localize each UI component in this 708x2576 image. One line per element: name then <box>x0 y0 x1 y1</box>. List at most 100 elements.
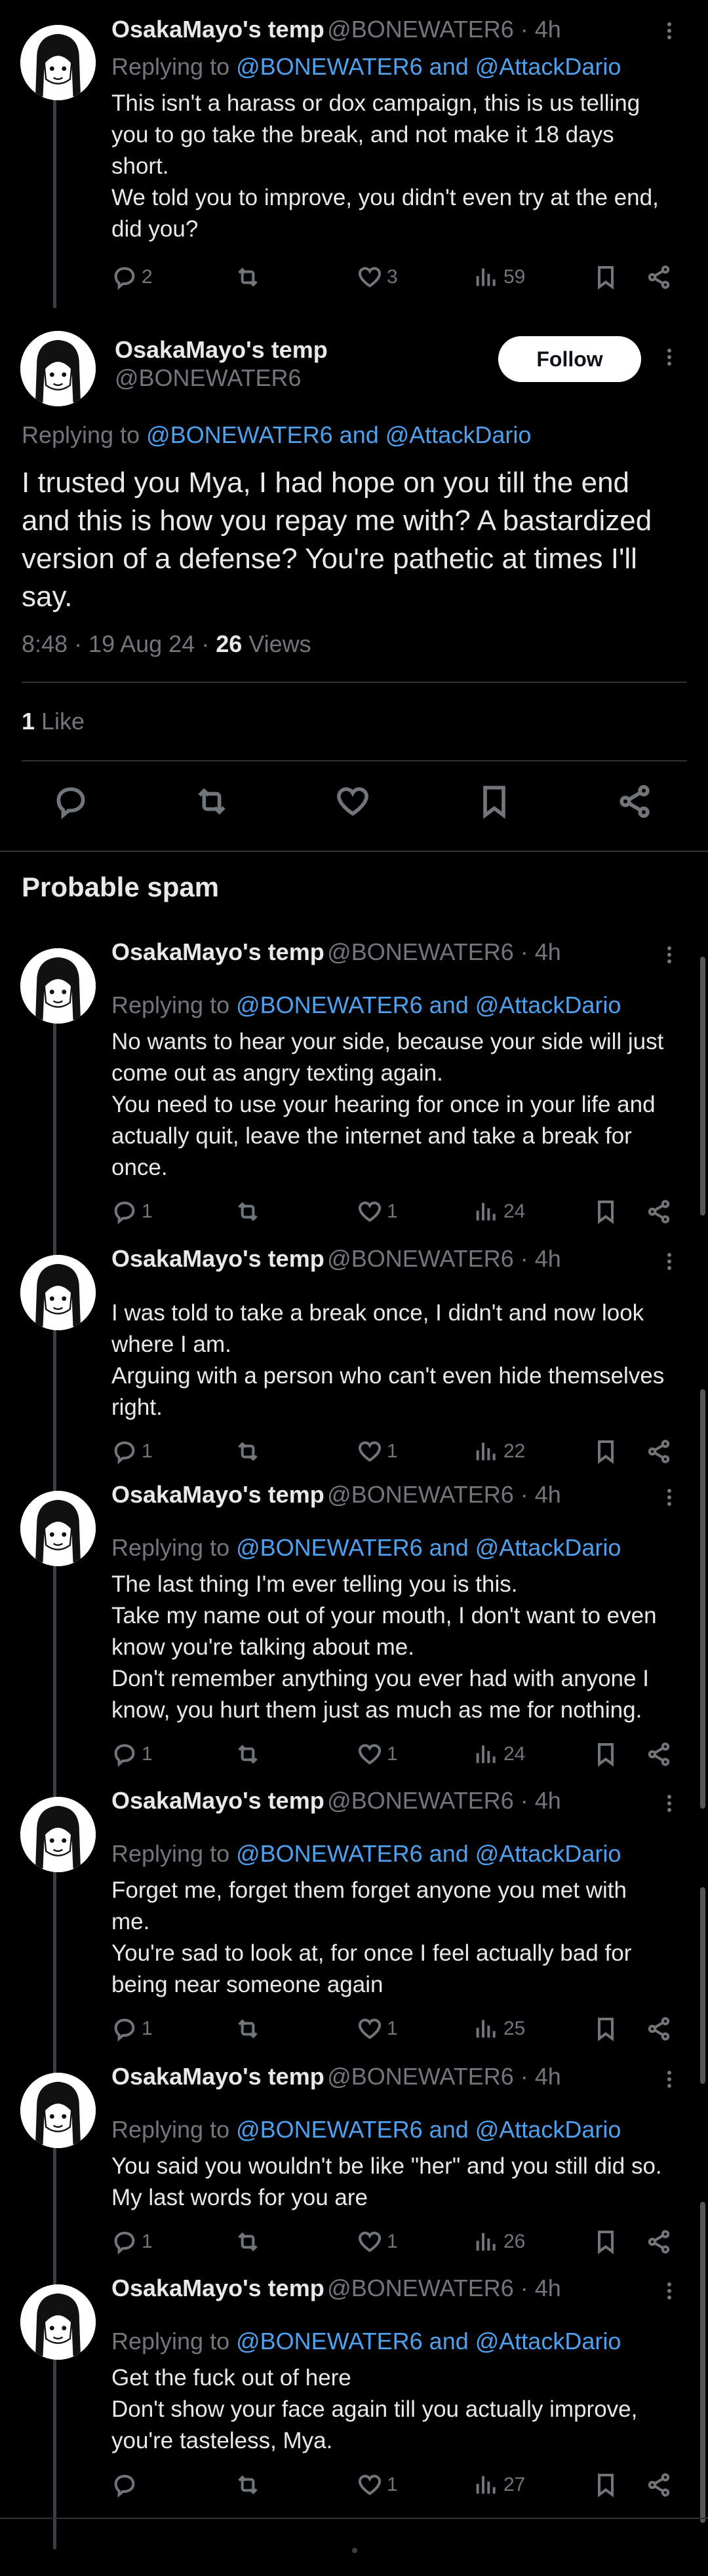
author-name[interactable]: OsakaMayo's temp <box>111 1481 324 1508</box>
bookmark-button[interactable] <box>593 1438 619 1465</box>
bookmark-icon <box>476 783 513 820</box>
repost-button[interactable] <box>235 1438 261 1465</box>
reply-tweet[interactable]: OsakaMayo's temp @BONEWATER6 · 4h Replyi… <box>0 2275 708 2517</box>
views-button[interactable]: 24 <box>473 1199 525 1225</box>
repost-button[interactable] <box>235 2472 261 2498</box>
more-icon[interactable] <box>665 1792 674 1818</box>
avatar[interactable] <box>20 2073 96 2148</box>
replying-to-link[interactable]: @BONEWATER6 and @AttackDario <box>236 1840 621 1867</box>
tweet-text: You said you wouldn't be like "her" and … <box>111 2151 688 2214</box>
share-button[interactable] <box>646 2229 672 2255</box>
views-button[interactable]: 27 <box>473 2472 525 2498</box>
reply-button[interactable]: 1 <box>111 2016 153 2042</box>
bookmark-button[interactable] <box>593 264 619 290</box>
reply-button[interactable]: 1 <box>111 1438 153 1465</box>
like-button[interactable]: 1 <box>357 2472 398 2498</box>
repost-button[interactable] <box>235 1741 261 1767</box>
repost-button[interactable] <box>235 264 261 290</box>
repost-button[interactable] <box>235 1199 261 1225</box>
share-button[interactable] <box>646 2472 672 2498</box>
reply-button[interactable]: 1 <box>111 2229 153 2255</box>
bookmark-button[interactable] <box>476 783 513 820</box>
follow-button[interactable]: Follow <box>498 336 641 382</box>
reply-button[interactable]: 2 <box>111 264 153 290</box>
views-button[interactable]: 24 <box>473 1741 525 1767</box>
repost-button[interactable] <box>193 783 230 820</box>
tweet-line: being near someone again <box>111 1972 384 1997</box>
share-button[interactable] <box>646 2016 672 2042</box>
like-button[interactable] <box>334 783 371 820</box>
avatar[interactable] <box>20 2284 96 2360</box>
author-name[interactable]: OsakaMayo's temp <box>115 336 328 364</box>
reply-tweet[interactable]: OsakaMayo's temp @BONEWATER6 · 4h Replyi… <box>0 2063 708 2269</box>
bookmark-button[interactable] <box>593 1199 619 1225</box>
timestamp[interactable]: 8:48 · 19 Aug 24 · <box>22 630 216 657</box>
author-name[interactable]: OsakaMayo's temp <box>111 1245 324 1272</box>
reply-button[interactable] <box>111 2472 142 2498</box>
more-icon[interactable] <box>665 1250 674 1277</box>
author-handle[interactable]: @BONEWATER6 <box>115 364 302 392</box>
views-count: 22 <box>503 1440 526 1462</box>
views-button[interactable]: 22 <box>473 1438 525 1465</box>
more-icon[interactable] <box>665 1486 674 1512</box>
like-button[interactable]: 1 <box>357 2016 398 2042</box>
likes-summary[interactable]: 1 Like <box>22 708 85 735</box>
repost-button[interactable] <box>235 2016 261 2042</box>
bookmark-button[interactable] <box>593 1741 619 1767</box>
avatar[interactable] <box>20 1255 96 1330</box>
divider <box>22 682 687 683</box>
avatar[interactable] <box>20 948 96 1024</box>
reply-button[interactable]: 1 <box>111 1741 153 1767</box>
replying-to-link[interactable]: @BONEWATER6 and @AttackDario <box>236 2116 621 2143</box>
author-name[interactable]: OsakaMayo's temp <box>111 938 324 965</box>
bookmark-button[interactable] <box>593 2016 619 2042</box>
replying-to-link[interactable]: @BONEWATER6 and @AttackDario <box>236 1534 621 1561</box>
share-button[interactable] <box>646 1438 672 1465</box>
share-button[interactable] <box>646 1199 672 1225</box>
bookmark-icon <box>593 2472 619 2498</box>
bookmark-button[interactable] <box>593 2229 619 2255</box>
views-button[interactable]: 25 <box>473 2016 525 2042</box>
avatar[interactable] <box>20 1491 96 1566</box>
author-name[interactable]: OsakaMayo's temp <box>111 2063 324 2090</box>
share-icon <box>616 783 653 820</box>
reply-button[interactable]: 1 <box>111 1199 153 1225</box>
repost-icon <box>235 2229 261 2255</box>
share-icon <box>646 1741 672 1767</box>
like-button[interactable]: 1 <box>357 1438 398 1465</box>
more-icon[interactable] <box>665 2280 674 2306</box>
share-button[interactable] <box>646 264 672 290</box>
like-button[interactable]: 1 <box>357 2229 398 2255</box>
author-name[interactable]: OsakaMayo's temp <box>111 2275 324 2301</box>
reply-tweet[interactable]: OsakaMayo's temp @BONEWATER6 · 4h I was … <box>0 1245 708 1474</box>
replying-to-link[interactable]: @BONEWATER6 and @AttackDario <box>146 421 531 448</box>
avatar[interactable] <box>20 25 96 100</box>
more-icon[interactable] <box>665 944 674 970</box>
bookmark-icon <box>593 1741 619 1767</box>
share-button[interactable] <box>646 1741 672 1767</box>
share-button[interactable] <box>616 783 653 820</box>
avatar[interactable] <box>20 1797 96 1872</box>
author-name[interactable]: OsakaMayo's temp <box>111 16 324 43</box>
more-icon[interactable] <box>665 346 674 372</box>
replying-to-link[interactable]: @BONEWATER6 and @AttackDario <box>236 2328 621 2355</box>
views-button[interactable]: 26 <box>473 2229 525 2255</box>
reply-tweet[interactable]: OsakaMayo's temp @BONEWATER6 · 4h Replyi… <box>0 938 708 1233</box>
reply-button[interactable] <box>52 783 89 820</box>
reply-tweet[interactable]: OsakaMayo's temp @BONEWATER6 · 4h Replyi… <box>0 1787 708 2056</box>
replying-to-link[interactable]: @BONEWATER6 and @AttackDario <box>236 53 621 80</box>
more-icon[interactable] <box>665 20 674 46</box>
like-button[interactable]: 3 <box>357 264 398 290</box>
author-name[interactable]: OsakaMayo's temp <box>111 1787 324 1814</box>
reply-tweet[interactable]: OsakaMayo's temp @BONEWATER6 · 4h Replyi… <box>0 1481 708 1782</box>
reply-tweet[interactable]: OsakaMayo's temp @BONEWATER6 · 4h Replyi… <box>0 0 708 308</box>
avatar[interactable] <box>20 331 96 406</box>
like-button[interactable]: 1 <box>357 1741 398 1767</box>
views-button[interactable]: 59 <box>473 264 525 290</box>
replying-to-link[interactable]: @BONEWATER6 and @AttackDario <box>236 991 621 1018</box>
like-button[interactable]: 1 <box>357 1199 398 1225</box>
repost-button[interactable] <box>235 2229 261 2255</box>
bookmark-button[interactable] <box>593 2472 619 2498</box>
more-icon[interactable] <box>665 2068 674 2094</box>
views-count: 26 <box>216 630 243 657</box>
